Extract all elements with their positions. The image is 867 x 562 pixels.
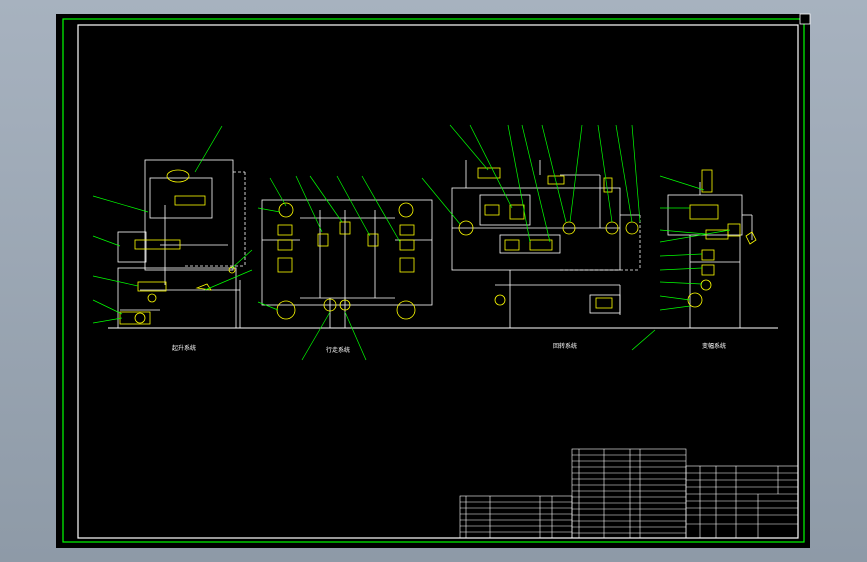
travel-valve-4-icon (399, 224, 415, 236)
slew-check-1-icon (504, 239, 520, 251)
hoist-motor-icon (166, 169, 190, 183)
section-label-luffing: 变幅系统 (702, 342, 726, 350)
slew-cooler-icon (494, 294, 506, 306)
luffing-components (687, 169, 757, 308)
section-label-slew: 回转系统 (553, 342, 577, 350)
section-label-hoist: 起升系统 (172, 344, 196, 352)
slew-control-valve-icon (477, 167, 501, 179)
luffing-check-icon (701, 249, 715, 261)
parts-list-middle (571, 448, 687, 539)
right-track-motor-icon (396, 300, 416, 320)
travel-components (276, 202, 416, 320)
corner-box (799, 13, 811, 25)
luffing-cylinder-icon (701, 169, 713, 193)
slew-filter-icon (595, 297, 613, 309)
luffing-gauge-icon (700, 279, 712, 291)
luffing-valve-icon (689, 204, 719, 220)
main-pump-icon (134, 312, 146, 324)
title-block (685, 465, 799, 539)
outer-frame (62, 18, 805, 543)
luffing-control-icon (705, 229, 729, 240)
travel-relief-left-icon (317, 233, 329, 247)
directional-valve-icon (134, 239, 181, 250)
travel-system (261, 199, 433, 328)
hydraulic-diagram: 起升系统 行走系统 回转系统 变幅系统 (62, 13, 811, 543)
travel-valve-5-icon (399, 239, 415, 251)
travel-valve-2-icon (277, 239, 293, 251)
slew-components (458, 167, 639, 309)
brake-valve-icon (174, 195, 206, 206)
slew-accumulator-2-icon (625, 221, 639, 235)
luffing-motor-icon (745, 231, 757, 245)
slew-gauge-icon (603, 177, 613, 193)
section-label-travel: 行走系统 (326, 346, 350, 354)
hoist-components (119, 169, 236, 325)
slew-check-2-icon (529, 239, 553, 251)
luffing-relief-icon (701, 264, 715, 276)
cad-viewport: 起升系统 行走系统 回转系统 变幅系统 (0, 0, 867, 562)
slew-valve-icon (484, 204, 500, 216)
hoist-system (117, 159, 246, 329)
check-valve-icon (195, 283, 212, 291)
right-travel-motor-icon (398, 202, 414, 218)
travel-valve-1-icon (277, 224, 293, 236)
left-travel-motor-icon (278, 202, 294, 218)
parts-list-left (459, 495, 573, 539)
left-track-motor-icon (276, 300, 296, 320)
travel-valve-3-icon (277, 257, 293, 273)
pump-icon (147, 293, 157, 303)
slew-brake-icon (509, 204, 525, 220)
travel-valve-6-icon (399, 257, 415, 273)
